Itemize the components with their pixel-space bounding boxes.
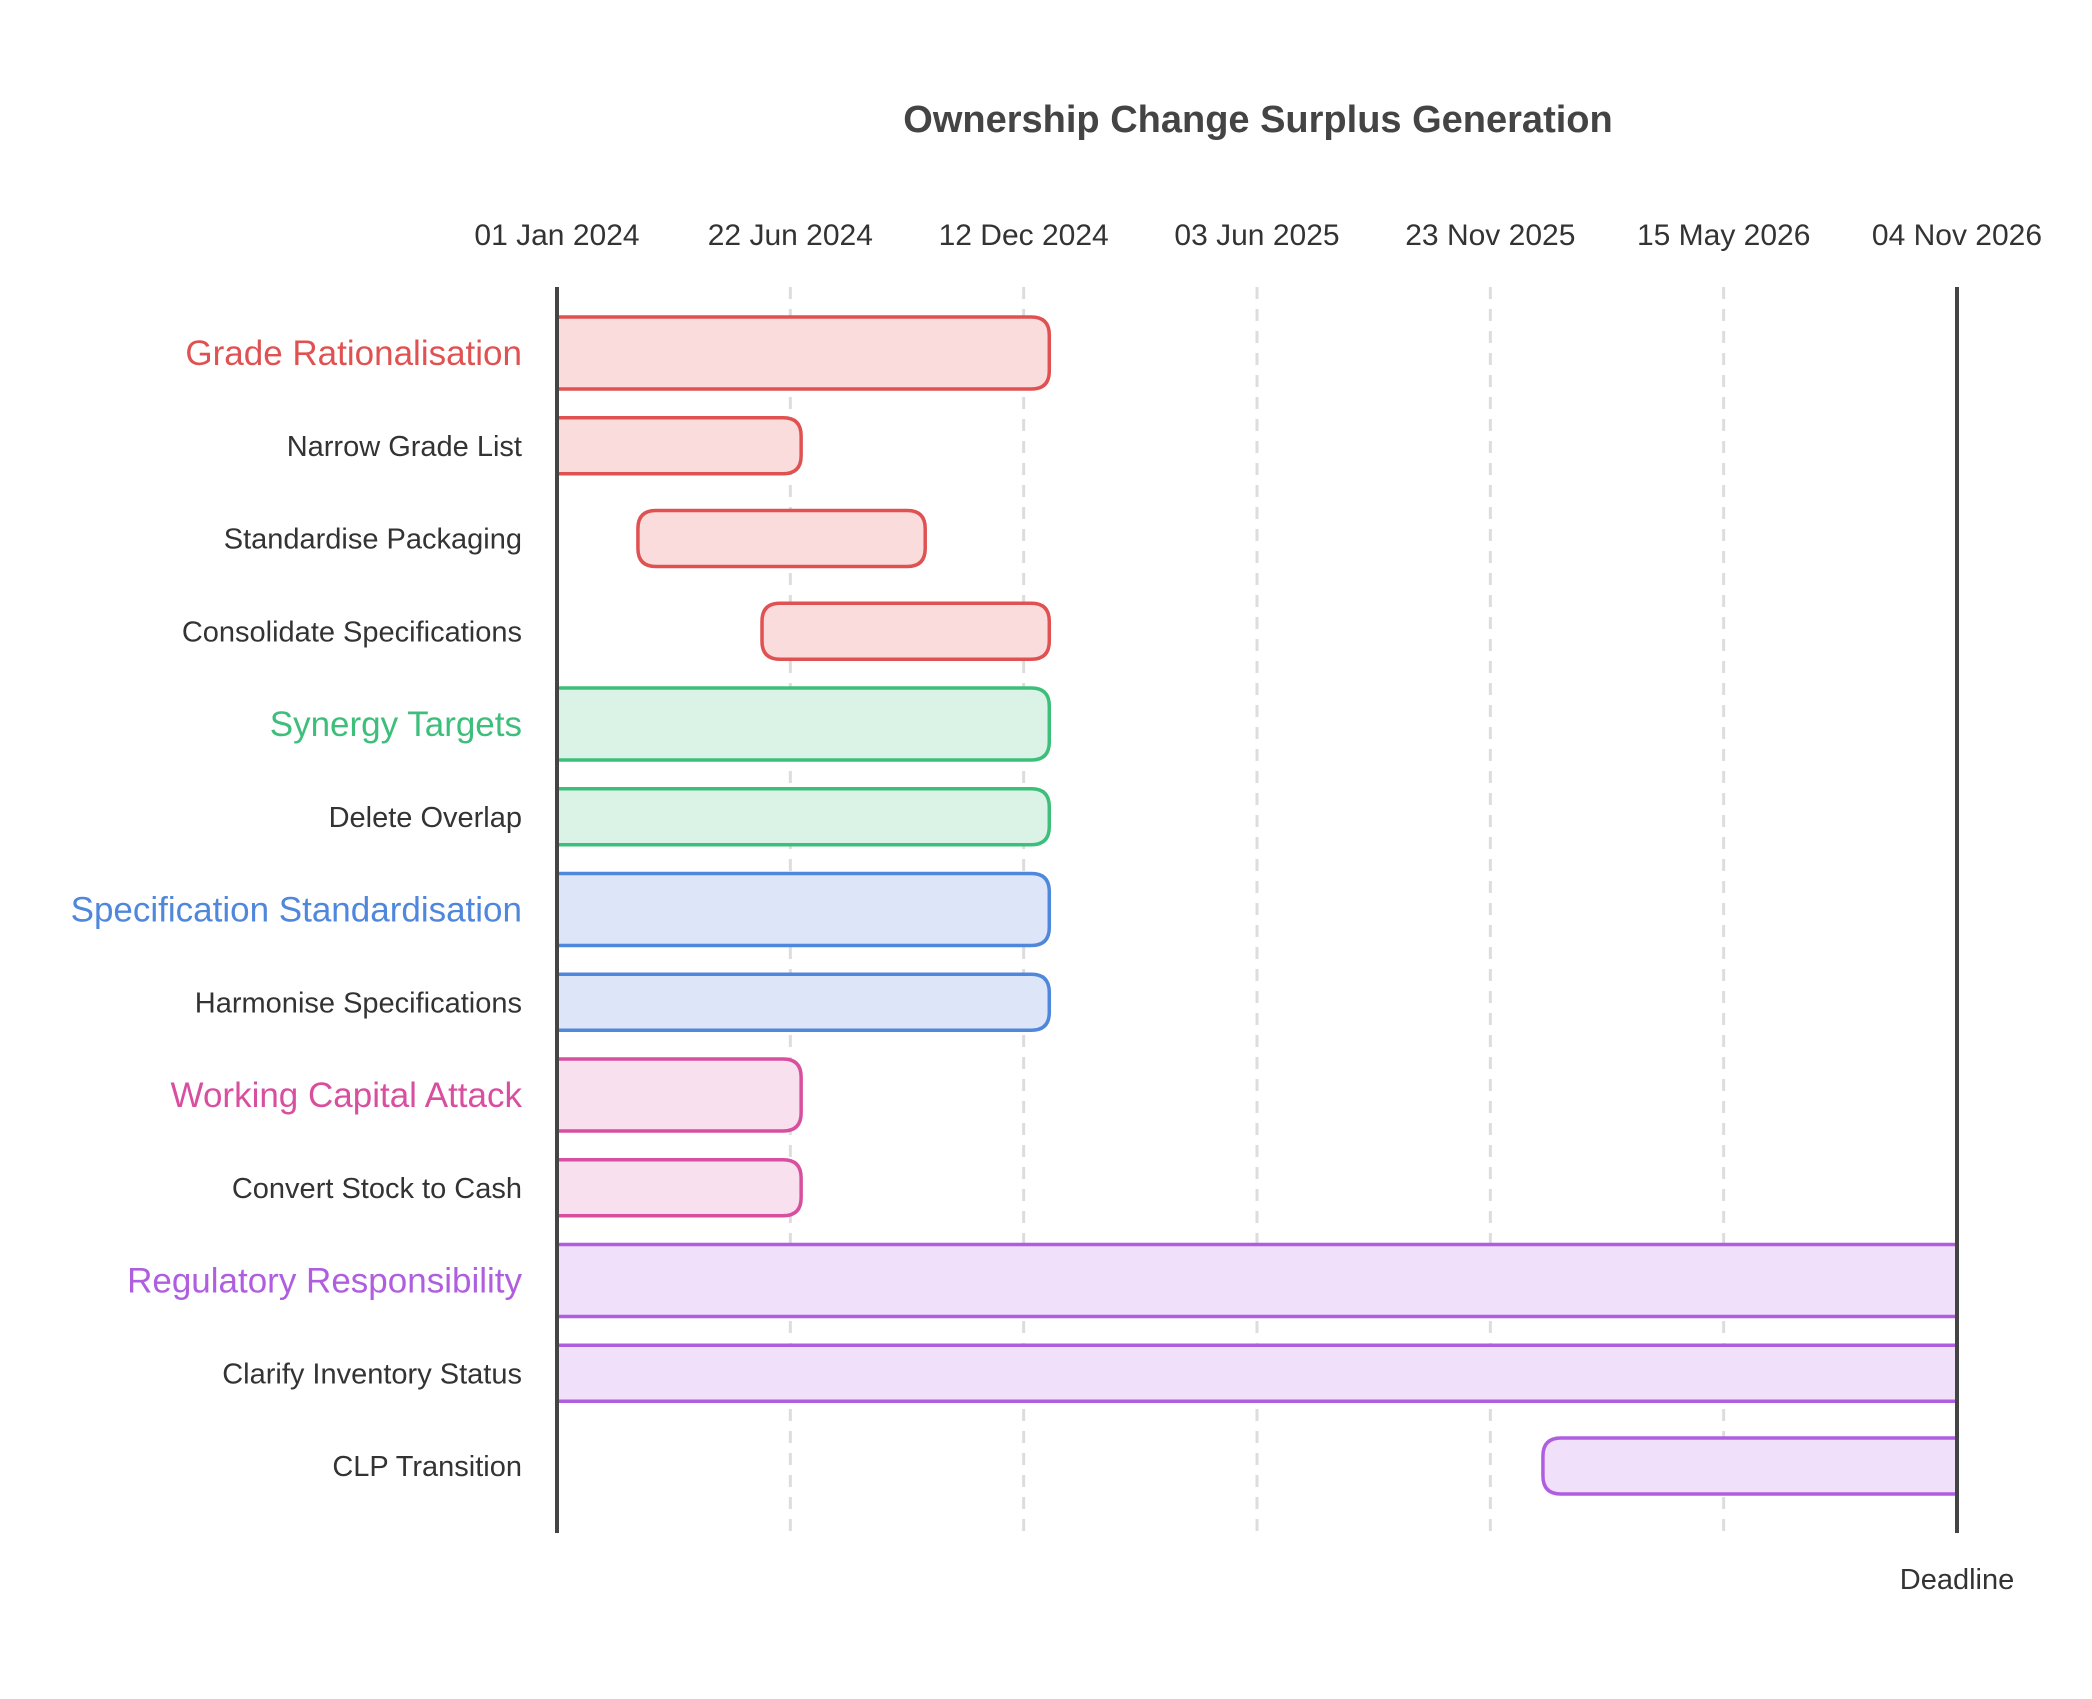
group-label: Regulatory Responsibility <box>127 1262 522 1301</box>
task-bar <box>555 787 1052 847</box>
task-label: Consolidate Specifications <box>182 616 522 648</box>
task-label: Standardise Packaging <box>224 524 522 556</box>
task-bar <box>760 601 1052 661</box>
task-bar <box>555 1343 1959 1403</box>
group-bar <box>555 686 1052 762</box>
row-labels: Grade Rationalisation Narrow Grade List St… <box>71 334 523 1483</box>
group-bar <box>555 315 1052 391</box>
task-bar <box>555 972 1052 1032</box>
x-tick-label: 12 Dec 2024 <box>939 219 1109 252</box>
group-bar <box>555 1242 1959 1319</box>
task-label: Clarify Inventory Status <box>222 1358 522 1390</box>
task-label: Harmonise Specifications <box>195 987 522 1019</box>
task-bar <box>1541 1436 1959 1496</box>
x-tick-label: 22 Jun 2024 <box>708 219 873 252</box>
task-label: Narrow Grade List <box>287 431 522 463</box>
chart-title: Ownership Change Surplus Generation <box>903 99 1612 141</box>
group-bar <box>555 1057 803 1133</box>
task-label: CLP Transition <box>332 1451 522 1483</box>
deadline-label: Deadline <box>1900 1564 2014 1596</box>
task-bar <box>555 416 803 476</box>
x-tick-label: 23 Nov 2025 <box>1405 219 1575 252</box>
x-tick-label: 03 Jun 2025 <box>1174 219 1339 252</box>
x-tick-label: 01 Jan 2024 <box>474 219 639 252</box>
group-label: Working Capital Attack <box>171 1076 523 1115</box>
x-tick-label: 15 May 2026 <box>1637 219 1810 252</box>
group-label: Synergy Targets <box>270 705 522 744</box>
gantt-chart: Ownership Change Surplus Generation 01 J… <box>71 99 2042 1596</box>
task-bar <box>636 508 927 569</box>
group-bar <box>555 871 1052 948</box>
x-axis-ticks: 01 Jan 2024 22 Jun 2024 12 Dec 2024 03 Jun … <box>474 219 2042 252</box>
x-tick-label: 04 Nov 2026 <box>1872 219 2042 252</box>
task-label: Delete Overlap <box>329 802 522 834</box>
group-label: Grade Rationalisation <box>185 334 522 373</box>
task-bar <box>555 1158 803 1218</box>
group-label: Specification Standardisation <box>71 891 522 930</box>
task-label: Convert Stock to Cash <box>232 1173 522 1205</box>
